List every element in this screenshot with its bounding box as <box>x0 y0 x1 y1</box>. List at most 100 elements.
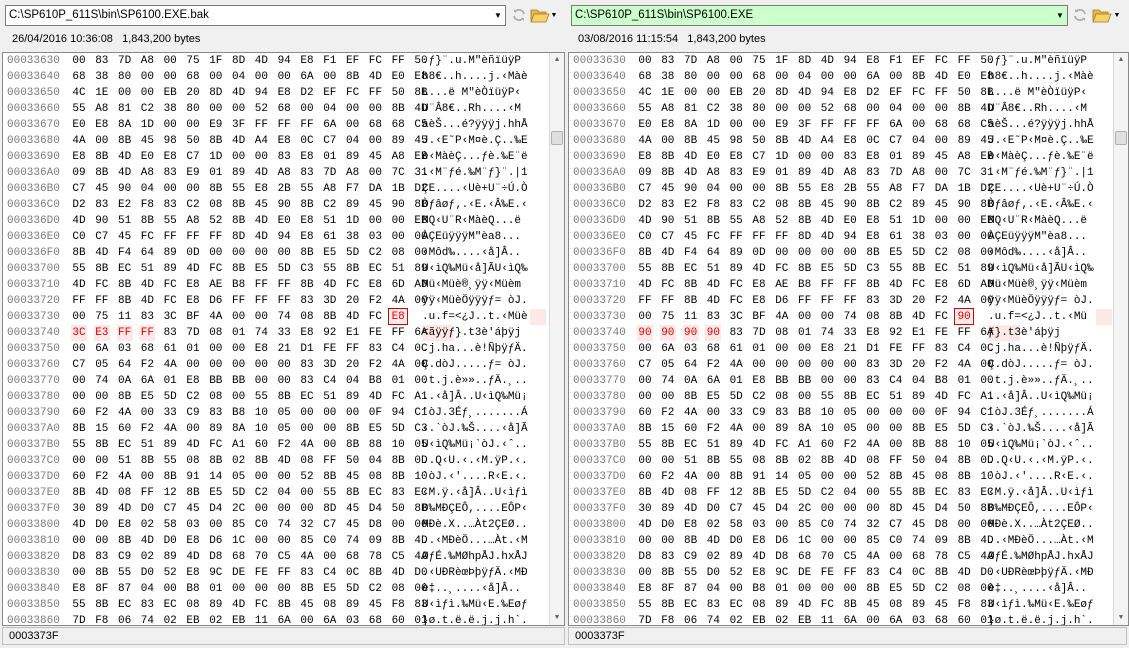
hex-byte[interactable]: 00 <box>683 85 699 101</box>
hex-byte[interactable]: FE <box>933 325 949 341</box>
hex-byte[interactable]: 00 <box>276 357 292 373</box>
hex-byte[interactable]: 01 <box>208 165 224 181</box>
hex-byte[interactable]: 00 <box>819 309 835 325</box>
hex-byte[interactable]: 00 <box>253 245 269 261</box>
hex-byte[interactable]: D6 <box>774 533 790 549</box>
hex-byte[interactable]: 00 <box>367 165 383 181</box>
hex-byte[interactable]: 33 <box>728 405 744 421</box>
hex-byte[interactable]: 3D <box>888 357 904 373</box>
hex-byte[interactable]: 8B <box>956 101 972 117</box>
hex-byte[interactable]: 00 <box>774 517 790 533</box>
hex-byte[interactable]: 60 <box>390 613 406 625</box>
hex-byte[interactable]: 04 <box>276 485 292 501</box>
hex-byte[interactable]: 55 <box>637 261 653 277</box>
hex-byte[interactable]: C5 <box>956 549 972 565</box>
hex-byte[interactable]: 4D <box>819 229 835 245</box>
hex-byte[interactable]: 0C <box>865 133 881 149</box>
hex-byte[interactable]: 68 <box>842 101 858 117</box>
hex-byte[interactable]: D8 <box>637 549 653 565</box>
hex-byte[interactable]: 55 <box>797 181 813 197</box>
hex-byte[interactable]: FF <box>367 85 383 101</box>
hex-byte[interactable]: 02 <box>231 453 247 469</box>
hex-byte[interactable]: 00 <box>71 389 87 405</box>
hex-byte[interactable]: 83 <box>865 357 881 373</box>
hex-byte[interactable]: 8B <box>162 469 178 485</box>
hex-byte[interactable]: FC <box>162 277 178 293</box>
hex-byte[interactable]: F8 <box>660 613 676 625</box>
right-scroll-thumb[interactable] <box>1115 131 1127 145</box>
hex-byte[interactable]: 33 <box>276 325 292 341</box>
hex-byte[interactable]: 00 <box>208 341 224 357</box>
hex-byte[interactable]: F7 <box>911 181 927 197</box>
hex-byte[interactable]: E2 <box>683 197 699 213</box>
hex-byte[interactable]: 00 <box>865 421 881 437</box>
hex-byte[interactable]: 04 <box>231 69 247 85</box>
hex-byte[interactable]: FF <box>933 85 949 101</box>
hex-byte[interactable]: 04 <box>345 373 361 389</box>
hex-byte[interactable]: 60 <box>819 437 835 453</box>
hex-byte[interactable]: 51 <box>322 389 338 405</box>
hex-byte[interactable]: 94 <box>956 405 972 421</box>
hex-byte[interactable]: 52 <box>162 565 178 581</box>
hex-byte[interactable]: 09 <box>933 533 949 549</box>
hex-byte[interactable]: 64 <box>683 357 699 373</box>
hex-byte[interactable]: 64 <box>705 245 721 261</box>
hex-byte[interactable]: 74 <box>276 517 292 533</box>
hex-byte[interactable]: 14 <box>208 469 224 485</box>
hex-byte[interactable]: 55 <box>728 453 744 469</box>
hex-byte[interactable]: C4 <box>956 341 972 357</box>
hex-byte[interactable]: 55 <box>637 597 653 613</box>
hex-byte[interactable]: 4D <box>705 293 721 309</box>
hex-byte[interactable]: B8 <box>185 581 201 597</box>
hex-row[interactable]: 00033780 00 00 8B E5 5D C2 08 00 55 8B EC 51 89 4D FC A1… <box>569 389 1114 405</box>
hex-byte[interactable]: 00 <box>637 565 653 581</box>
hex-byte[interactable]: FC <box>162 293 178 309</box>
hex-byte[interactable]: 68 <box>71 69 87 85</box>
hex-byte[interactable]: 8B <box>299 581 315 597</box>
chevron-down-icon[interactable]: ▼ <box>491 6 505 25</box>
hex-byte[interactable]: 00 <box>751 181 767 197</box>
hex-byte[interactable]: BF <box>185 309 201 325</box>
hex-byte[interactable]: 74 <box>276 309 292 325</box>
hex-byte[interactable]: 00 <box>865 485 881 501</box>
hex-byte[interactable]: 3D <box>322 293 338 309</box>
hex-byte[interactable]: 12 <box>162 485 178 501</box>
hex-byte[interactable]: 8B <box>94 261 110 277</box>
hex-byte[interactable]: 00 <box>819 245 835 261</box>
hex-byte[interactable]: E8 <box>71 581 87 597</box>
hex-byte[interactable]: 03 <box>345 613 361 625</box>
hex-byte[interactable]: F2 <box>139 357 155 373</box>
hex-byte[interactable]: C7 <box>728 501 744 517</box>
hex-byte[interactable]: 00 <box>162 53 178 69</box>
hex-byte[interactable]: 83 <box>299 293 315 309</box>
hex-byte[interactable]: 00 <box>185 421 201 437</box>
hex-byte[interactable]: 8D <box>774 85 790 101</box>
hex-byte[interactable]: E8 <box>842 133 858 149</box>
hex-byte[interactable]: 70 <box>819 549 835 565</box>
hex-byte[interactable]: 8B <box>911 69 927 85</box>
hex-byte[interactable]: 1F <box>208 53 224 69</box>
hex-byte[interactable]: 4D <box>751 549 767 565</box>
hex-byte[interactable]: E8 <box>185 565 201 581</box>
hex-byte[interactable]: FF <box>253 293 269 309</box>
hex-byte[interactable]: 5D <box>345 581 361 597</box>
hex-byte[interactable]: A8 <box>956 149 972 165</box>
hex-byte[interactable]: 8B <box>797 197 813 213</box>
hex-byte[interactable]: 4D <box>933 389 949 405</box>
hex-row[interactable]: 000336F0 8B 4D F4 64 89 0D 00 00 00 00 8B E5 5D C2 08 00… <box>3 245 548 261</box>
hex-byte[interactable]: 90 <box>94 213 110 229</box>
hex-byte[interactable]: 8B <box>683 389 699 405</box>
hex-byte[interactable]: 00 <box>276 581 292 597</box>
hex-byte[interactable]: 00 <box>276 469 292 485</box>
hex-row[interactable]: 00033860 7D F8 06 74 02 EB 02 EB 11 6A 00 6A 03 68 60 01… <box>569 613 1114 625</box>
hex-byte[interactable]: 4A <box>117 405 133 421</box>
hex-byte[interactable]: 06 <box>683 613 699 625</box>
hex-byte[interactable]: C2 <box>705 101 721 117</box>
hex-byte[interactable]: 4D <box>933 69 949 85</box>
hex-byte[interactable]: E3 <box>93 325 110 341</box>
hex-byte[interactable]: 55 <box>117 565 133 581</box>
hex-byte[interactable]: 05 <box>797 469 813 485</box>
hex-byte[interactable]: 00 <box>637 309 653 325</box>
hex-byte[interactable]: 8F <box>660 581 676 597</box>
hex-byte[interactable]: 6A <box>865 69 881 85</box>
